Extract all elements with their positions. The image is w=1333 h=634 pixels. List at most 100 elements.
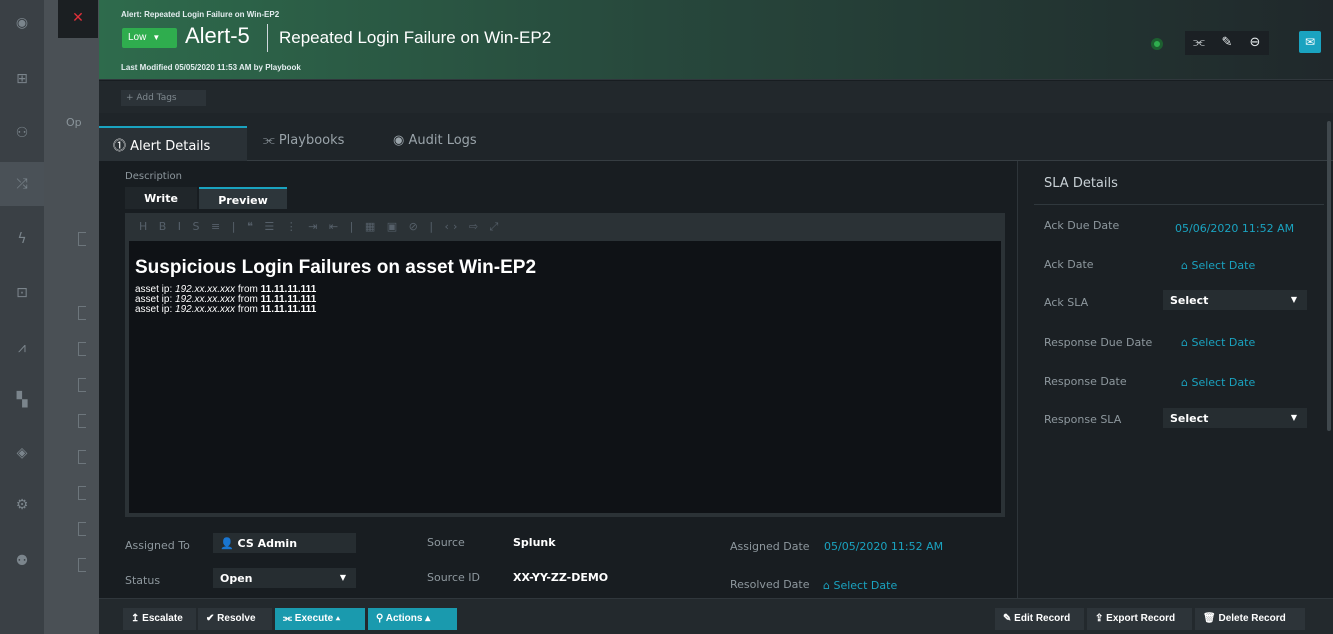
- sla-title: SLA Details: [1044, 176, 1118, 191]
- description-line: asset ip: 192.xx.xx.xxx from 11.11.11.11…: [135, 304, 317, 315]
- preview-tab[interactable]: Preview: [199, 187, 287, 209]
- calendar-icon: ⌂: [1181, 336, 1188, 349]
- dashboard-icon[interactable]: ⊞: [11, 68, 33, 90]
- ack-due-value: 05/06/2020 11:52 AM: [1175, 222, 1295, 235]
- source-label: Source: [427, 536, 465, 549]
- action-bar: ↥ Escalate ✔ Resolve ⫘ Execute ▴ ⚲ Actio…: [99, 598, 1333, 634]
- chevron-up-icon: ▴: [335, 613, 341, 624]
- wand-icon: ⚲: [376, 613, 384, 624]
- record-header: Alert: Repeated Login Failure on Win-EP2…: [99, 0, 1333, 80]
- chevron-down-icon: ▼: [1290, 295, 1297, 304]
- chevron-down-icon: ▼: [339, 573, 346, 582]
- assigned-to-field[interactable]: 👤 CS Admin: [213, 533, 356, 553]
- list-checkbox: [78, 378, 86, 392]
- resolved-date-picker[interactable]: ⌂ Select Date: [823, 579, 897, 592]
- status-label: Status: [125, 574, 161, 587]
- calendar-icon: ⌂: [1181, 376, 1188, 389]
- link-icon: ⊖: [1249, 35, 1261, 50]
- status-value: Open: [220, 572, 253, 585]
- divider: [1034, 204, 1324, 205]
- tab-alert-details[interactable]: ⓵ Alert Details: [99, 126, 247, 161]
- list-checkbox: [78, 450, 86, 464]
- link-button[interactable]: ⊖: [1241, 31, 1269, 55]
- list-checkbox: [78, 306, 86, 320]
- source-value: Splunk: [513, 536, 556, 549]
- queue-icon[interactable]: ⚇: [11, 122, 33, 144]
- alert-title: Repeated Login Failure on Win-EP2: [279, 28, 552, 47]
- actions-button[interactable]: ⚲ Actions ▴: [368, 608, 457, 630]
- tab-label: Alert Details: [130, 139, 211, 154]
- scrollbar[interactable]: [1327, 121, 1331, 431]
- users-icon[interactable]: ⚉: [11, 550, 33, 572]
- close-icon[interactable]: ✕: [58, 0, 98, 38]
- response-date-label: Response Date: [1044, 375, 1127, 388]
- apps-icon[interactable]: ▚: [11, 389, 33, 411]
- ack-date-picker[interactable]: ⌂ Select Date: [1181, 259, 1255, 272]
- calendar-icon: ⌂: [1181, 259, 1188, 272]
- status-indicator-icon: [1151, 38, 1163, 50]
- assigned-to-value: CS Admin: [237, 537, 298, 550]
- tag-bar: + Add Tags: [99, 81, 1333, 113]
- briefcase-icon[interactable]: ⊡: [11, 282, 33, 304]
- chevron-up-icon: ▴: [425, 613, 431, 624]
- write-tab[interactable]: Write: [125, 187, 197, 209]
- source-id-value: XX-YY-ZZ-DEMO: [513, 571, 609, 584]
- tab-playbooks[interactable]: ⫘ Playbooks: [249, 126, 379, 161]
- edit-record-button[interactable]: ✎ Edit Record: [995, 608, 1084, 630]
- assigned-date-value[interactable]: 05/05/2020 11:52 AM: [824, 540, 943, 553]
- ack-sla-label: Ack SLA: [1044, 296, 1089, 309]
- ack-sla-select[interactable]: Select ▼: [1163, 290, 1307, 310]
- title-divider: [267, 24, 268, 52]
- add-tags-input[interactable]: + Add Tags: [121, 90, 206, 106]
- edit-button[interactable]: ✎: [1213, 31, 1241, 55]
- background-panel: ✕ Op: [44, 0, 99, 634]
- ack-due-label: Ack Due Date: [1044, 219, 1120, 232]
- shuffle-icon[interactable]: ⤮: [0, 162, 44, 206]
- escalate-button[interactable]: ↥ Escalate: [123, 608, 196, 630]
- execute-button[interactable]: ⫘ Execute ▴: [275, 608, 365, 630]
- response-sla-label: Response SLA: [1044, 413, 1122, 426]
- calendar-icon: ⌂: [823, 579, 830, 592]
- list-checkbox: [78, 342, 86, 356]
- response-date-picker[interactable]: ⌂ Select Date: [1181, 376, 1255, 389]
- playbook-icon: ⫘: [1193, 35, 1205, 50]
- shield-icon[interactable]: ◈: [11, 442, 33, 464]
- tab-label: Playbooks: [278, 133, 345, 148]
- left-nav-rail: ◉ ⊞ ⚇ ⤮ ϟ ⊡ ⩘ ▚ ◈ ⚙ ⚉: [0, 0, 44, 634]
- background-label: Op: [66, 116, 82, 129]
- breadcrumb: Alert: Repeated Login Failure on Win-EP2: [121, 10, 280, 19]
- assigned-to-label: Assigned To: [125, 539, 190, 552]
- response-due-picker[interactable]: ⌂ Select Date: [1181, 336, 1255, 349]
- logo-icon[interactable]: ◉: [11, 12, 33, 34]
- sla-panel: SLA Details Ack Due Date 05/06/2020 11:5…: [1017, 161, 1333, 598]
- pencil-icon: ✎: [1221, 35, 1233, 50]
- tab-audit-logs[interactable]: ◉ Audit Logs: [379, 126, 509, 161]
- trash-icon: 🗑: [1203, 613, 1216, 624]
- severity-dropdown[interactable]: Low ▼: [122, 28, 177, 48]
- source-id-label: Source ID: [427, 571, 480, 584]
- list-checkbox: [78, 522, 86, 536]
- description-preview: Suspicious Login Failures on asset Win-E…: [125, 241, 1005, 517]
- status-select[interactable]: Open ▼: [213, 568, 356, 588]
- chat-button[interactable]: ✉: [1299, 31, 1321, 53]
- chart-icon[interactable]: ⩘: [11, 337, 33, 359]
- tab-label: Audit Logs: [408, 133, 477, 148]
- edit-icon: ✎: [1003, 613, 1012, 624]
- response-due-label: Response Due Date: [1044, 336, 1153, 349]
- resolve-button[interactable]: ✔ Resolve: [198, 608, 272, 630]
- lightning-icon[interactable]: ϟ: [11, 228, 33, 250]
- resolved-date-label: Resolved Date: [730, 578, 810, 591]
- description-label: Description: [125, 171, 182, 182]
- delete-record-button[interactable]: 🗑 Delete Record: [1195, 608, 1305, 630]
- chevron-down-icon: ▼: [1290, 413, 1297, 422]
- alert-icon: ⓵: [113, 139, 127, 154]
- playbook-button[interactable]: ⫘: [1185, 31, 1213, 55]
- check-icon: ✔: [206, 613, 215, 624]
- eye-icon: ◉: [393, 133, 405, 148]
- response-sla-select[interactable]: Select ▼: [1163, 408, 1307, 428]
- editor-toolbar: H B I S ≡ | ❝ ☰ ⋮ ⇥ ⇤ | ▦ ▣ ⊘ | ‹› ⇨ ⤢: [125, 213, 1005, 241]
- export-record-button[interactable]: ⇪ Export Record: [1087, 608, 1192, 630]
- settings-icon[interactable]: ⚙: [11, 494, 33, 516]
- description-heading: Suspicious Login Failures on asset Win-E…: [135, 257, 537, 278]
- assigned-date-label: Assigned Date: [730, 540, 810, 553]
